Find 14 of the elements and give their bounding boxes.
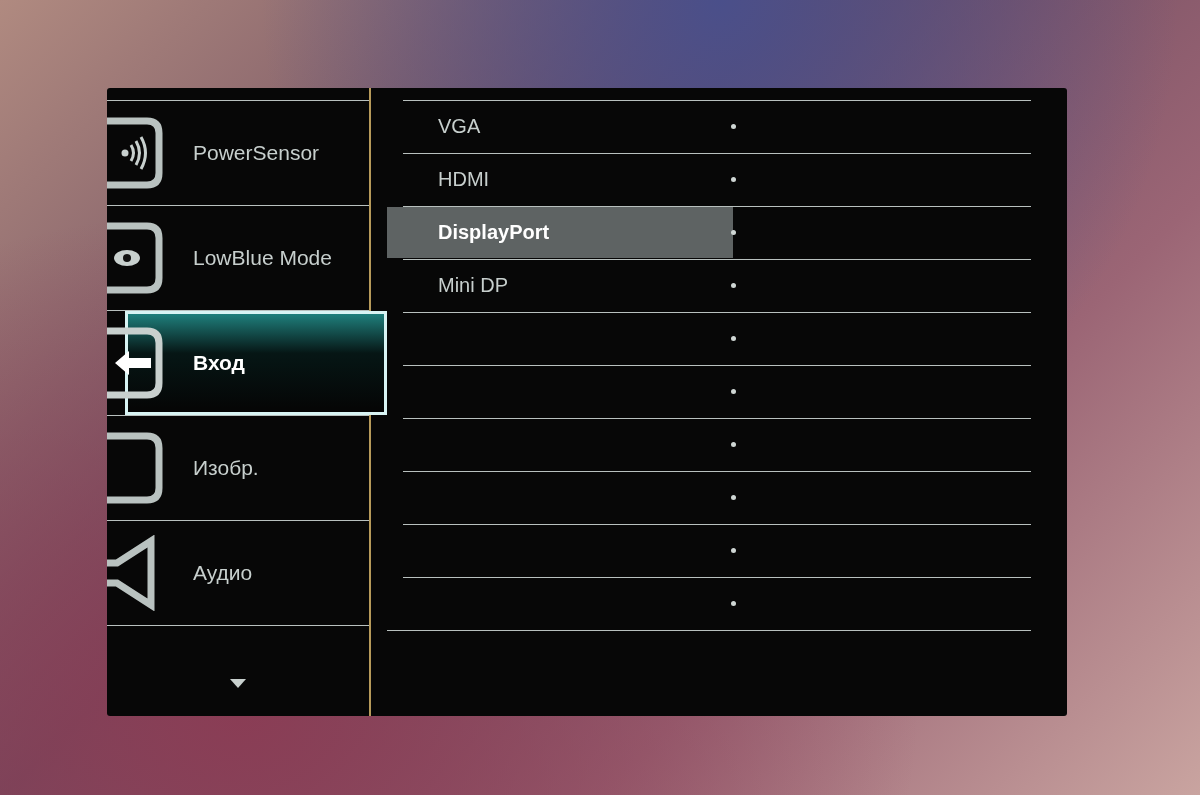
monitor-icon [107,430,163,506]
menu-item[interactable]: PowerSensor [193,141,320,165]
dot-icon [731,230,736,235]
menu-item[interactable]: Изобр. [193,456,259,480]
menu-item[interactable]: LowBlue Mode [193,246,332,270]
input-option[interactable]: DisplayPort [438,221,550,244]
menu-item[interactable]: Аудио [193,561,253,585]
input-option[interactable]: Mini DP [438,274,508,297]
input-arrow-icon [107,325,163,401]
input-option[interactable]: HDMI [438,168,490,191]
sensor-icon [107,115,163,191]
menu-item[interactable]: Вход [193,351,245,375]
input-option[interactable]: VGA [438,115,481,138]
down-arrow-icon[interactable] [230,679,246,688]
